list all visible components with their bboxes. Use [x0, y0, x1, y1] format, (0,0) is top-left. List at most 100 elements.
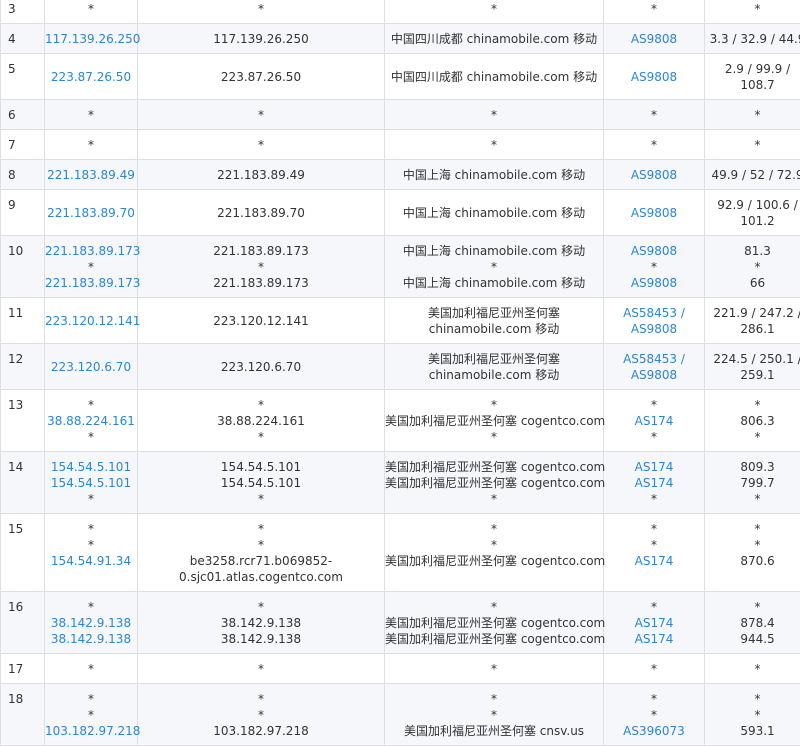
hop-row: 8221.183.89.49221.183.89.49中国上海 chinamob…: [1, 160, 800, 190]
loc-text: 中国四川成都 chinamobile.com 移动: [385, 69, 603, 85]
asn-link[interactable]: AS174: [604, 631, 704, 647]
hop-number: 9: [1, 190, 45, 236]
ip-cell: *: [45, 0, 138, 24]
latency-cell: 49.9 / 52 / 72.9: [705, 160, 800, 190]
as-cell: AS58453 /AS9808: [604, 344, 705, 390]
latency-cell: *878.4944.5: [705, 592, 800, 654]
as-cell: AS9808: [604, 190, 705, 236]
time-text: 870.6: [705, 553, 800, 569]
asn-link[interactable]: AS9808: [604, 167, 704, 183]
asn-link[interactable]: AS396073: [604, 723, 704, 739]
hop-row: 6*****: [1, 100, 800, 130]
timeout-marker: *: [705, 599, 800, 615]
host-text: 117.139.26.250: [138, 31, 384, 47]
asn-link[interactable]: AS58453 /: [604, 305, 704, 321]
asn-link[interactable]: AS9808: [604, 321, 704, 337]
hop-number: 11: [1, 298, 45, 344]
asn-link[interactable]: AS9808: [604, 31, 704, 47]
timeout-marker: *: [385, 137, 603, 153]
host-text: 221.183.89.49: [138, 167, 384, 183]
location-cell: 美国加利福尼亚州圣何塞 cogentco.com美国加利福尼亚州圣何塞 coge…: [385, 452, 604, 514]
asn-link[interactable]: AS9808: [604, 205, 704, 221]
ip-link[interactable]: 223.120.6.70: [45, 359, 137, 375]
time-text: 108.7: [705, 77, 800, 93]
time-text: 2.9 / 99.9 /: [705, 61, 800, 77]
ip-link[interactable]: 221.183.89.173: [45, 243, 137, 259]
host-text: 0.sjc01.atlas.cogentco.com: [138, 569, 384, 585]
timeout-marker: *: [385, 1, 603, 17]
hop-row: 11223.120.12.141223.120.12.141美国加利福尼亚州圣何…: [1, 298, 800, 344]
timeout-marker: *: [604, 259, 704, 275]
hop-number: 18: [1, 684, 45, 746]
latency-cell: 92.9 / 100.6 /101.2: [705, 190, 800, 236]
hop-row: 5223.87.26.50223.87.26.50中国四川成都 chinamob…: [1, 54, 800, 100]
hop-row: 10221.183.89.173*221.183.89.173221.183.8…: [1, 236, 800, 298]
latency-cell: 224.5 / 250.1 /259.1: [705, 344, 800, 390]
timeout-marker: *: [604, 429, 704, 445]
hop-row: 12223.120.6.70223.120.6.70美国加利福尼亚州圣何塞chi…: [1, 344, 800, 390]
loc-text: [385, 569, 603, 585]
latency-cell: 3.3 / 32.9 / 44.9: [705, 24, 800, 54]
ip-link[interactable]: 223.120.12.141: [45, 313, 137, 329]
latency-cell: 809.3799.7*: [705, 452, 800, 514]
ip-link[interactable]: 221.183.89.173: [45, 275, 137, 291]
loc-text: 美国加利福尼亚州圣何塞 cogentco.com: [385, 475, 603, 491]
timeout-marker: *: [45, 259, 137, 275]
latency-cell: *: [705, 0, 800, 24]
timeout-marker: *: [385, 707, 603, 723]
ip-text: [45, 569, 137, 585]
time-text: 878.4: [705, 615, 800, 631]
time-text: 224.5 / 250.1 /: [705, 351, 800, 367]
asn-link[interactable]: AS9808: [604, 243, 704, 259]
ip-cell: 223.120.12.141: [45, 298, 138, 344]
loc-text: 美国加利福尼亚州圣何塞 cnsv.us: [385, 723, 603, 739]
as-cell: *: [604, 654, 705, 684]
time-text: 92.9 / 100.6 /: [705, 197, 800, 213]
ip-link[interactable]: 103.182.97.218: [45, 723, 137, 739]
ip-cell: 154.54.5.101154.54.5.101*: [45, 452, 138, 514]
host-text: be3258.rcr71.b069852-: [138, 553, 384, 569]
host-text: 38.142.9.138: [138, 631, 384, 647]
ip-link[interactable]: 117.139.26.250: [45, 31, 137, 47]
timeout-marker: *: [385, 691, 603, 707]
ip-link[interactable]: 221.183.89.70: [45, 205, 137, 221]
time-text: 806.3: [705, 413, 800, 429]
ip-cell: *: [45, 130, 138, 160]
ip-cell: **154.54.91.34: [45, 514, 138, 592]
asn-link[interactable]: AS9808: [604, 275, 704, 291]
as-cell: AS9808: [604, 54, 705, 100]
ip-link[interactable]: 221.183.89.49: [45, 167, 137, 183]
ip-link[interactable]: 38.142.9.138: [45, 631, 137, 647]
ip-link[interactable]: 154.54.5.101: [45, 475, 137, 491]
asn-link[interactable]: AS9808: [604, 69, 704, 85]
timeout-marker: *: [705, 429, 800, 445]
ip-cell: 223.87.26.50: [45, 54, 138, 100]
timeout-marker: *: [604, 661, 704, 677]
timeout-marker: *: [45, 599, 137, 615]
location-cell: 中国上海 chinamobile.com 移动*中国上海 chinamobile…: [385, 236, 604, 298]
ip-link[interactable]: 223.87.26.50: [45, 69, 137, 85]
time-text: 286.1: [705, 321, 800, 337]
as-cell: AS9808*AS9808: [604, 236, 705, 298]
ip-link[interactable]: 154.54.5.101: [45, 459, 137, 475]
host-text: 154.54.5.101: [138, 475, 384, 491]
asn-link[interactable]: AS174: [604, 413, 704, 429]
asn-link[interactable]: AS174: [604, 459, 704, 475]
ip-link[interactable]: 154.54.91.34: [45, 553, 137, 569]
asn-link[interactable]: AS174: [604, 615, 704, 631]
location-cell: *美国加利福尼亚州圣何塞 cogentco.com美国加利福尼亚州圣何塞 cog…: [385, 592, 604, 654]
location-cell: *: [385, 0, 604, 24]
hop-number: 17: [1, 654, 45, 684]
ip-link[interactable]: 38.142.9.138: [45, 615, 137, 631]
timeout-marker: *: [138, 107, 384, 123]
ip-link[interactable]: 38.88.224.161: [45, 413, 137, 429]
asn-link[interactable]: AS58453 /: [604, 351, 704, 367]
timeout-marker: *: [604, 397, 704, 413]
timeout-marker: *: [705, 137, 800, 153]
asn-link[interactable]: AS174: [604, 553, 704, 569]
ip-cell: *38.142.9.13838.142.9.138: [45, 592, 138, 654]
asn-link[interactable]: AS9808: [604, 367, 704, 383]
time-text: 809.3: [705, 459, 800, 475]
hop-row: 7*****: [1, 130, 800, 160]
asn-link[interactable]: AS174: [604, 475, 704, 491]
